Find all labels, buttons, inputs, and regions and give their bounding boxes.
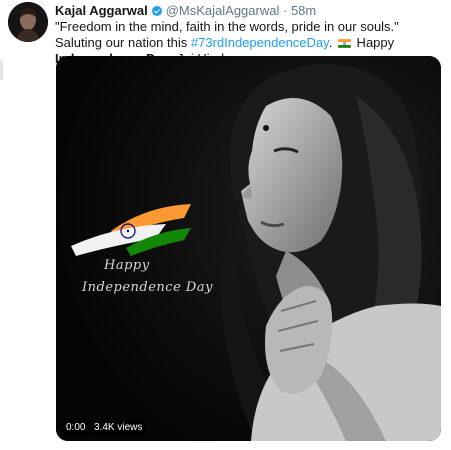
author-handle[interactable]: @MsKajalAggarwal	[166, 3, 280, 18]
video-thumbnail	[56, 56, 441, 441]
overlay-independence-day: Independence Day	[82, 280, 213, 295]
avatar[interactable]	[8, 2, 48, 42]
author-name[interactable]: Kajal Aggarwal	[55, 3, 148, 18]
video-timestamp: 0:00	[62, 420, 90, 436]
tweet-time[interactable]: 58m	[291, 3, 316, 18]
video-views: 3.4K views	[90, 420, 147, 436]
india-flag-icon	[337, 36, 352, 49]
tweet-text-part3: Happy	[352, 35, 395, 50]
avatar-photo	[8, 2, 48, 42]
tweet-text-part2: .	[328, 35, 336, 50]
tweet-header: Kajal Aggarwal @MsKajalAggarwal · 58m	[55, 3, 316, 20]
overlay-happy: Happy	[104, 258, 150, 273]
hashtag-link[interactable]: #73rdIndependenceDay	[191, 35, 329, 50]
verified-badge-icon	[151, 5, 163, 20]
time-separator: ·	[282, 3, 288, 18]
video-player[interactable]: Happy Independence Day 0:00 3.4K views	[56, 56, 441, 441]
left-edge	[0, 60, 3, 80]
